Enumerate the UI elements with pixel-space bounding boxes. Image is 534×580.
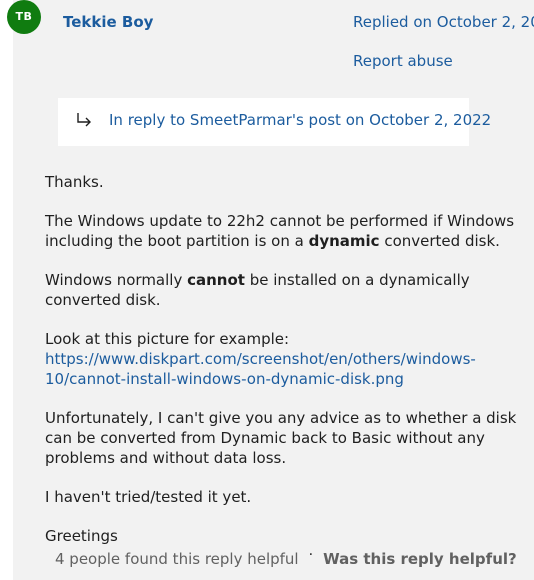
- bold-text: dynamic: [308, 232, 380, 250]
- paragraph-picture: Look at this picture for example: https:/…: [45, 329, 531, 389]
- text-span: converted disk.: [379, 232, 500, 250]
- author-name-link[interactable]: Tekkie Boy: [63, 13, 153, 31]
- paragraph-greetings: Greetings: [45, 527, 118, 545]
- reply-arrow-icon: [77, 113, 91, 127]
- in-reply-to-link[interactable]: In reply to SmeetParmar's post on Octobe…: [109, 111, 491, 129]
- paragraph-advice: Unfortunately, I can't give you any advi…: [45, 409, 517, 467]
- helpful-question: Was this reply helpful?: [323, 550, 517, 568]
- separator-dot: ·: [308, 547, 314, 563]
- paragraph-untested: I haven't tried/tested it yet.: [45, 488, 252, 506]
- bold-text: cannot: [187, 271, 245, 289]
- reply-body: Thanks. The Windows update to 22h2 canno…: [45, 172, 531, 565]
- replied-date: Replied on October 2, 2022: [353, 13, 534, 31]
- avatar[interactable]: TB: [7, 0, 41, 34]
- screenshot-link[interactable]: https://www.diskpart.com/screenshot/en/o…: [45, 350, 476, 388]
- paragraph-dynamic-disk: Windows normally cannot be installed on …: [45, 270, 531, 310]
- report-abuse-link[interactable]: Report abuse: [353, 52, 453, 70]
- paragraph-thanks: Thanks.: [45, 173, 104, 191]
- in-reply-to-box[interactable]: In reply to SmeetParmar's post on Octobe…: [58, 98, 491, 146]
- paragraph-update-info: The Windows update to 22h2 cannot be per…: [45, 211, 531, 251]
- helpful-count: 4 people found this reply helpful: [55, 550, 299, 568]
- helpful-footer: 4 people found this reply helpful · Was th…: [55, 547, 517, 568]
- text-span: Look at this picture for example:: [45, 330, 290, 348]
- text-span: Windows normally: [45, 271, 188, 289]
